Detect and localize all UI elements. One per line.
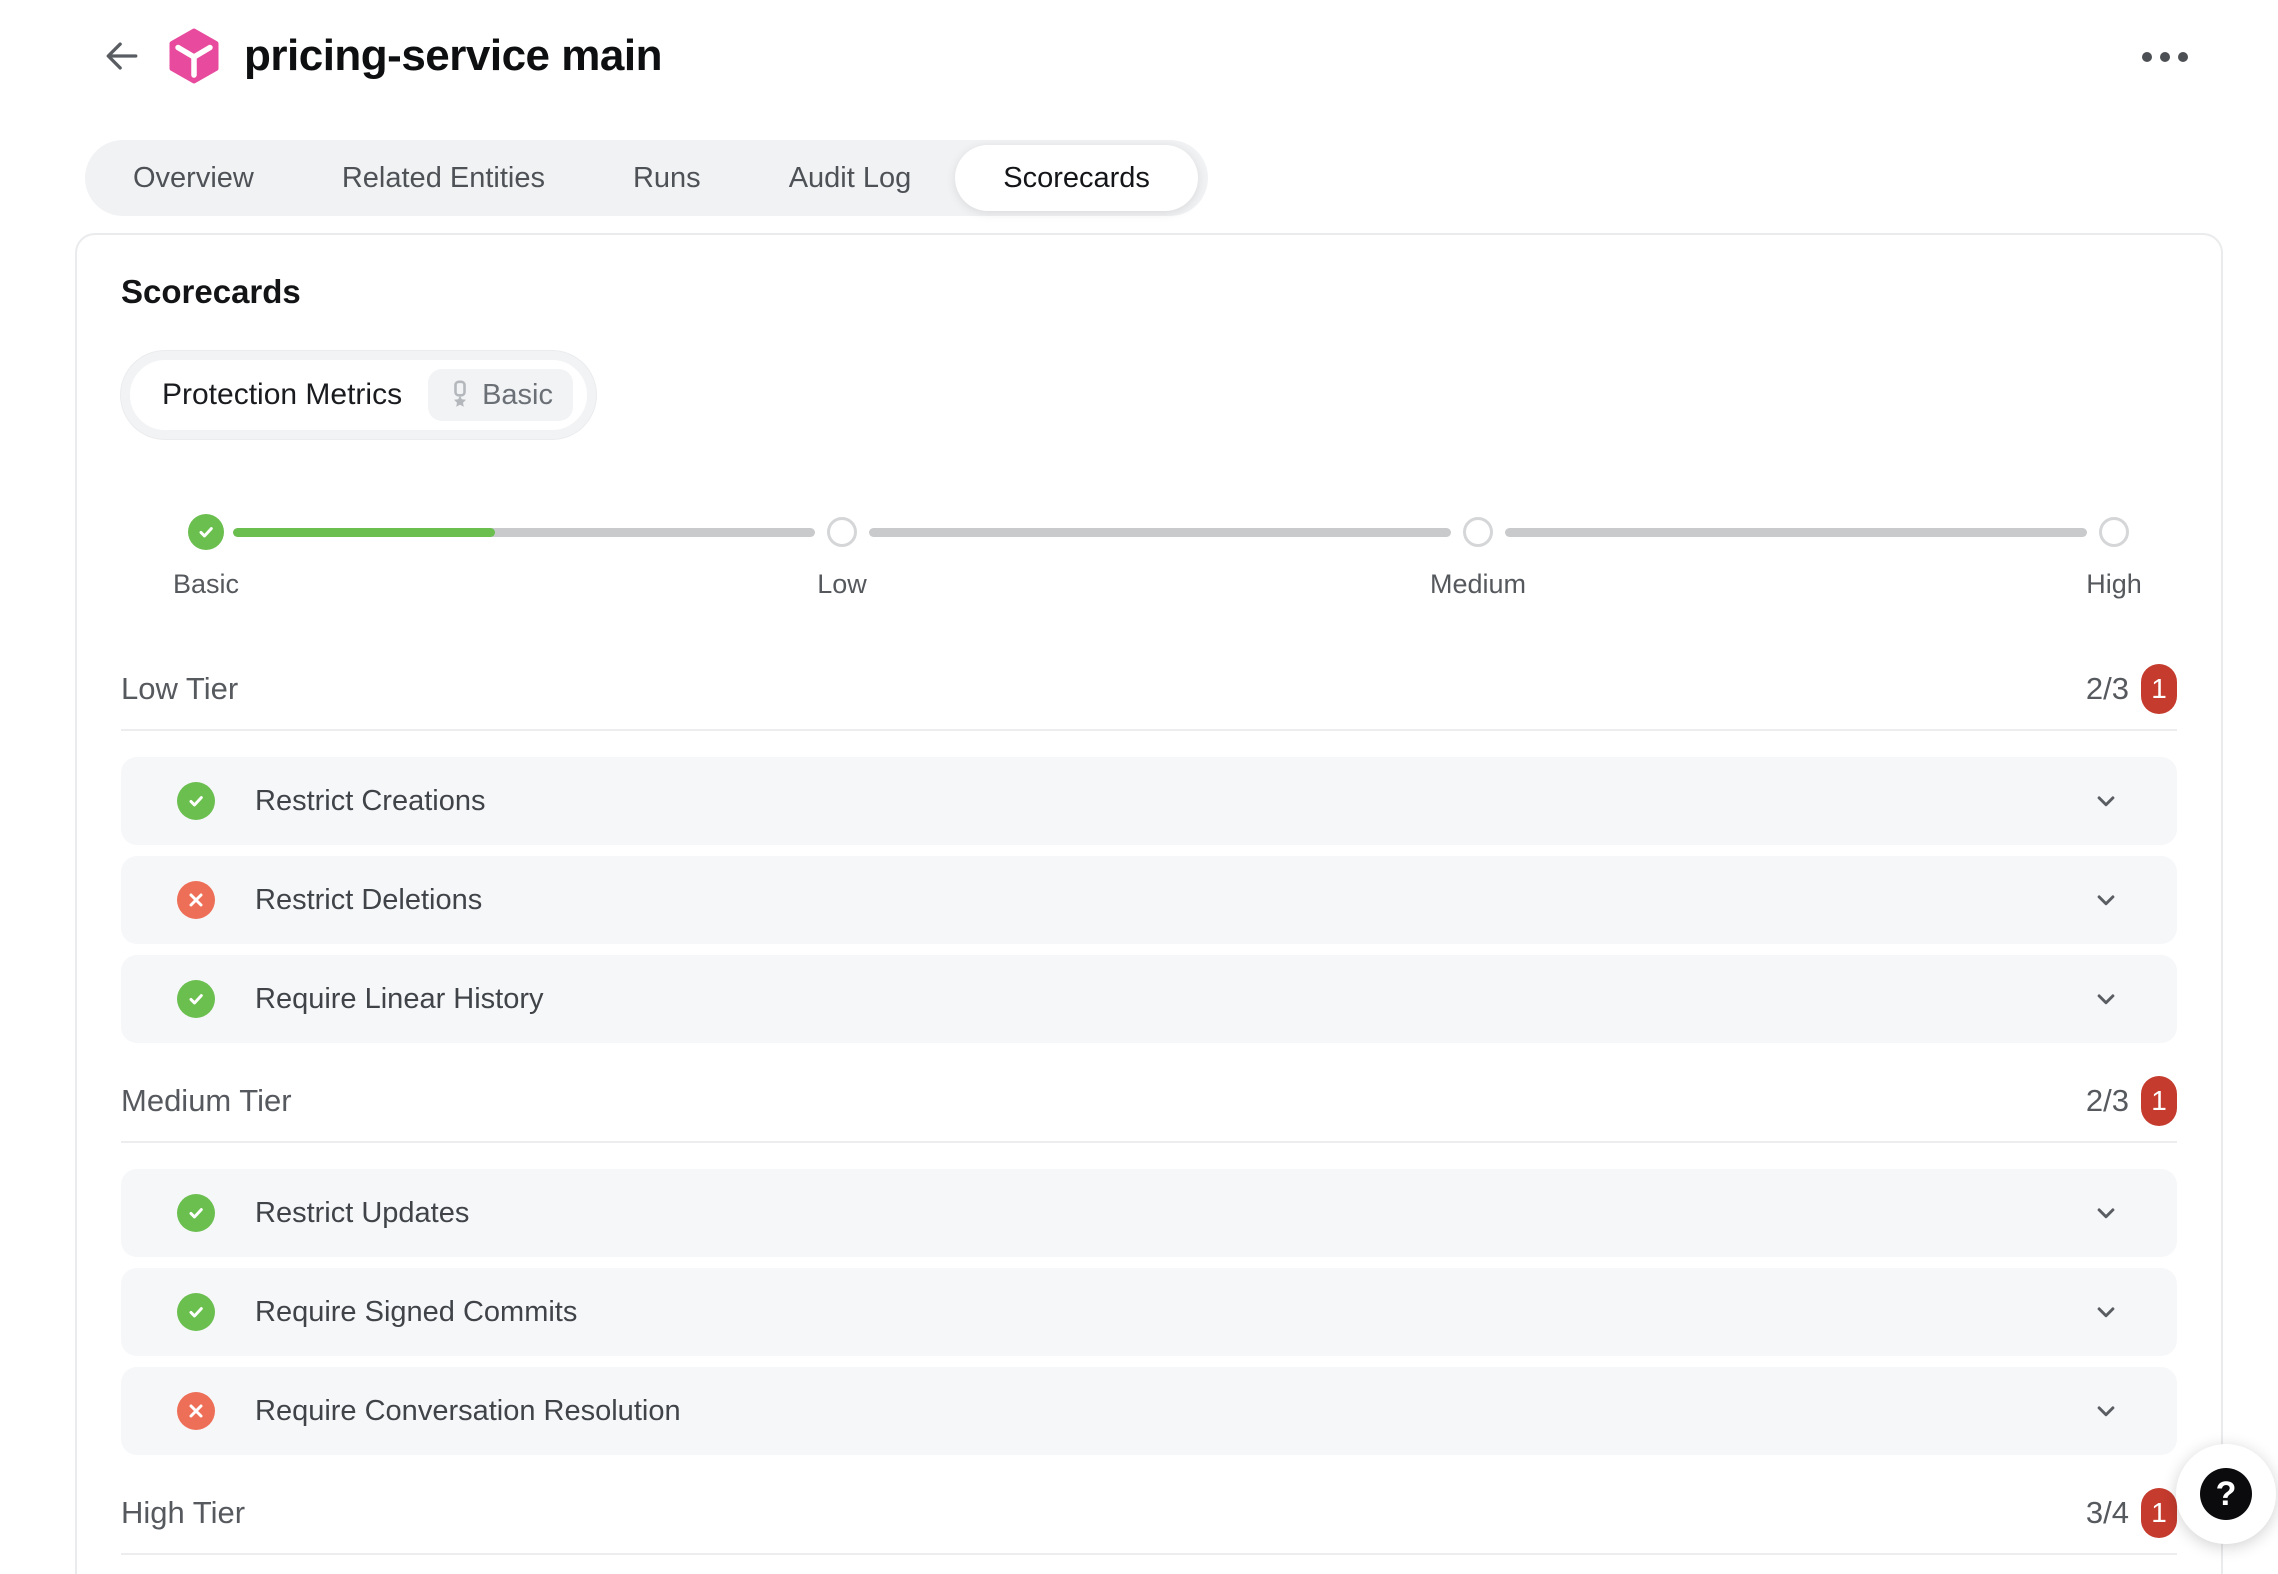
tier-score: 2/3 [2086,671,2129,707]
check-icon [185,790,207,812]
tab-runs[interactable]: Runs [589,140,745,216]
rule-row-require-signed-commits[interactable]: Require Signed Commits [121,1268,2177,1356]
level-stepper: Basic Low Medium High [121,487,2177,627]
expand-rule-button[interactable] [2091,885,2121,915]
tier-section-high-tier: High Tier 3/4 1 [121,1491,2177,1574]
stepper-label-medium: Medium [1430,569,1526,600]
tier-score: 3/4 [2086,1495,2129,1531]
scorecard-name: Protection Metrics [162,378,402,412]
stepper-node-basic [188,514,224,550]
back-button[interactable] [100,34,144,78]
tier-divider [121,1141,2177,1143]
scorecard-chip[interactable]: Protection Metrics Basic [121,351,596,439]
more-menu-button[interactable] [2136,46,2194,68]
rule-label: Require Conversation Resolution [255,1395,2091,1428]
tier-section-medium-tier: Medium Tier 2/3 1 Restrict Updates Require S… [121,1079,2177,1455]
rule-label: Require Linear History [255,983,2091,1016]
chevron-down-icon [2091,1198,2121,1228]
failing-count-badge: 1 [2141,1488,2177,1538]
service-cube-icon [168,28,220,84]
stepper-node-low [827,517,857,547]
chevron-down-icon [2091,1396,2121,1426]
help-button[interactable]: ? [2176,1444,2276,1544]
expand-rule-button[interactable] [2091,1198,2121,1228]
check-circle-icon [177,980,215,1018]
tier-score-wrap: 2/3 1 [2086,1076,2177,1126]
stepper-label-low: Low [817,569,867,600]
chevron-down-icon [2091,984,2121,1014]
scorecard-level-badge: Basic [428,369,573,421]
x-circle-icon [177,1392,215,1430]
rule-row-restrict-deletions[interactable]: Restrict Deletions [121,856,2177,944]
rule-label: Restrict Deletions [255,884,2091,917]
expand-rule-button[interactable] [2091,984,2121,1014]
stepper-track-segment [233,528,815,537]
tier-name: Medium Tier [121,1083,292,1119]
scorecard-level-label: Basic [482,379,553,412]
rule-row-require-conversation-resolution[interactable]: Require Conversation Resolution [121,1367,2177,1455]
rule-label: Restrict Creations [255,785,2091,818]
rule-label: Require Signed Commits [255,1296,2091,1329]
tier-score-wrap: 2/3 1 [2086,664,2177,714]
tier-list: Low Tier 2/3 1 Restrict Creations Restrict D… [121,667,2177,1574]
rule-row-restrict-creations[interactable]: Restrict Creations [121,757,2177,845]
check-icon [185,1301,207,1323]
check-icon [195,521,217,543]
scorecards-heading: Scorecards [121,273,2177,311]
tier-name: Low Tier [121,671,238,707]
chevron-down-icon [2091,885,2121,915]
rule-row-restrict-updates[interactable]: Restrict Updates [121,1169,2177,1257]
rule-list: Restrict Updates Require Signed Commits Re… [121,1169,2177,1455]
chevron-down-icon [2091,1297,2121,1327]
tab-audit-log[interactable]: Audit Log [745,140,956,216]
failing-count-badge: 1 [2141,1076,2177,1126]
tier-divider [121,1553,2177,1555]
tier-score-wrap: 3/4 1 [2086,1488,2177,1538]
check-circle-icon [177,1194,215,1232]
medal-icon [448,380,472,410]
scorecards-card: Scorecards Protection Metrics Basic Basi… [75,233,2223,1574]
x-icon [186,890,206,910]
tab-overview[interactable]: Overview [89,140,298,216]
expand-rule-button[interactable] [2091,1297,2121,1327]
tab-scorecards[interactable]: Scorecards [955,145,1198,211]
tier-header: Low Tier 2/3 1 [121,667,2177,711]
arrow-left-icon [100,34,144,78]
tab-related-entities[interactable]: Related Entities [298,140,589,216]
rule-list: Restrict Creations Restrict Deletions Requ… [121,757,2177,1043]
check-circle-icon [177,782,215,820]
x-icon [186,1401,206,1421]
stepper-track-segment [1505,528,2087,537]
page: pricing-service main OverviewRelated Ent… [0,0,2278,1574]
rule-row-require-linear-history[interactable]: Require Linear History [121,955,2177,1043]
chevron-down-icon [2091,786,2121,816]
x-circle-icon [177,881,215,919]
rule-label: Restrict Updates [255,1197,2091,1230]
tier-name: High Tier [121,1495,245,1531]
expand-rule-button[interactable] [2091,786,2121,816]
tier-section-low-tier: Low Tier 2/3 1 Restrict Creations Restrict D… [121,667,2177,1043]
page-title: pricing-service main [244,31,662,81]
stepper-node-high [2099,517,2129,547]
expand-rule-button[interactable] [2091,1396,2121,1426]
tab-bar: OverviewRelated EntitiesRunsAudit LogSco… [85,140,1208,216]
tier-divider [121,729,2177,731]
tier-score: 2/3 [2086,1083,2129,1119]
check-icon [185,988,207,1010]
failing-count-badge: 1 [2141,664,2177,714]
question-mark-icon: ? [2200,1468,2252,1520]
ellipsis-icon [2142,52,2152,62]
stepper-node-medium [1463,517,1493,547]
stepper-progress-fill [233,528,495,537]
tier-header: Medium Tier 2/3 1 [121,1079,2177,1123]
check-circle-icon [177,1293,215,1331]
entity-header: pricing-service main [0,0,2278,88]
stepper-label-basic: Basic [173,569,239,600]
check-icon [185,1202,207,1224]
stepper-track-segment [869,528,1451,537]
tier-header: High Tier 3/4 1 [121,1491,2177,1535]
stepper-label-high: High [2086,569,2142,600]
